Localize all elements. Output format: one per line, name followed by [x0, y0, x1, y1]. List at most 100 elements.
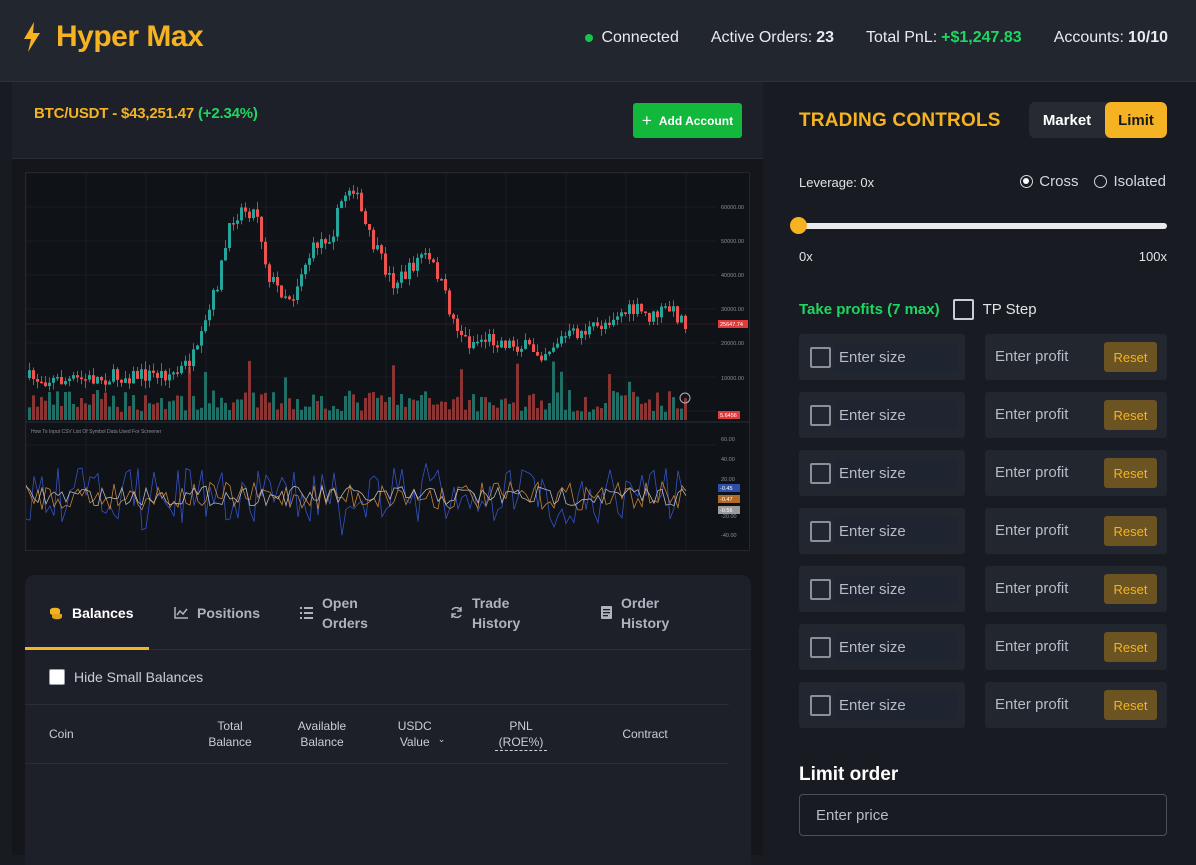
- volume-bar: [596, 406, 599, 420]
- tp-profit-input[interactable]: Enter profit: [995, 638, 1068, 655]
- tp-profit-input[interactable]: Enter profit: [995, 580, 1068, 597]
- limit-button[interactable]: Limit: [1105, 102, 1167, 138]
- candle: [448, 290, 451, 315]
- cross-radio-circle[interactable]: [1020, 175, 1034, 188]
- tab-order-history[interactable]: Order History: [601, 575, 691, 650]
- col-coin[interactable]: Coin: [49, 705, 74, 763]
- candle: [60, 377, 63, 385]
- price-chart[interactable]: 60000.00 50000.00 40000.00 30000.00 20000.00…: [25, 172, 750, 551]
- candle: [504, 340, 507, 348]
- tp-size-input[interactable]: Enter size: [835, 633, 957, 661]
- volume-bar: [680, 408, 683, 420]
- tp-profit-input[interactable]: Enter profit: [995, 522, 1068, 539]
- tp-reset-button[interactable]: Reset: [1104, 458, 1157, 488]
- tp-row-checkbox[interactable]: [810, 579, 831, 600]
- candle: [592, 322, 595, 327]
- candle: [460, 330, 463, 335]
- tp-profit-box[interactable]: Enter profit Reset: [985, 392, 1167, 438]
- tp-size-input[interactable]: Enter size: [835, 343, 957, 371]
- candle: [288, 296, 291, 300]
- candle: [388, 273, 391, 275]
- tp-reset-button[interactable]: Reset: [1104, 632, 1157, 662]
- hide-small-balances-checkbox[interactable]: [49, 669, 65, 685]
- volume-bar: [660, 405, 663, 420]
- leverage-slider[interactable]: [799, 223, 1167, 229]
- lightning-icon: [24, 22, 40, 52]
- tp-profit-box[interactable]: Enter profit Reset: [985, 508, 1167, 554]
- tp-size-input[interactable]: Enter size: [835, 459, 957, 487]
- candle: [260, 216, 263, 242]
- tp-profit-input[interactable]: Enter profit: [995, 406, 1068, 423]
- tp-size-input[interactable]: Enter size: [835, 401, 957, 429]
- volume-bar: [236, 399, 239, 420]
- tp-row-checkbox[interactable]: [810, 463, 831, 484]
- top-header: Hyper Max Connected Active Orders: 23 To…: [0, 0, 1196, 82]
- tp-profit-box[interactable]: Enter profit Reset: [985, 334, 1167, 380]
- isolated-radio-circle[interactable]: [1094, 175, 1108, 188]
- tp-size-input[interactable]: Enter size: [835, 691, 957, 719]
- tp-reset-button[interactable]: Reset: [1104, 574, 1157, 604]
- tp-profit-box[interactable]: Enter profit Reset: [985, 450, 1167, 496]
- tp-row-checkbox[interactable]: [810, 695, 831, 716]
- tp-profit-input[interactable]: Enter profit: [995, 464, 1068, 481]
- candle: [596, 322, 599, 326]
- tp-row-checkbox[interactable]: [810, 521, 831, 542]
- candle: [392, 273, 395, 289]
- market-button[interactable]: Market: [1029, 102, 1105, 138]
- candle: [328, 242, 331, 244]
- volume-bar: [136, 409, 139, 420]
- tp-profit-box[interactable]: Enter profit Reset: [985, 624, 1167, 670]
- tp-row-checkbox[interactable]: [810, 347, 831, 368]
- cross-radio[interactable]: Cross: [1020, 173, 1078, 190]
- tab-balances[interactable]: Balances: [49, 575, 133, 650]
- brand[interactable]: Hyper Max: [22, 20, 204, 54]
- tp-reset-button[interactable]: Reset: [1104, 400, 1157, 430]
- tp-row-checkbox[interactable]: [810, 637, 831, 658]
- isolated-radio[interactable]: Isolated: [1094, 173, 1166, 190]
- volume-bar: [304, 406, 307, 420]
- chart-canvas[interactable]: 60000.00 50000.00 40000.00 30000.00 20000.00…: [25, 172, 749, 550]
- candle: [556, 343, 559, 348]
- volume-bar: [300, 409, 303, 420]
- col-usdc-value[interactable]: USDC Value ⌄: [385, 705, 455, 763]
- candle: [404, 271, 407, 280]
- col-contract[interactable]: Contract: [613, 705, 677, 763]
- col-pnl[interactable]: PNL (ROE%): [495, 705, 547, 763]
- tp-profit-box[interactable]: Enter profit Reset: [985, 566, 1167, 612]
- tab-open-orders[interactable]: Open Orders: [300, 575, 380, 650]
- tp-reset-button[interactable]: Reset: [1104, 516, 1157, 546]
- tp-row-checkbox[interactable]: [810, 405, 831, 426]
- total-pnl-stat: Total PnL: +$1,247.83: [866, 29, 1022, 47]
- tp-reset-button[interactable]: Reset: [1104, 690, 1157, 720]
- volume-bar: [540, 400, 543, 420]
- tp-profit-input[interactable]: Enter profit: [995, 696, 1068, 713]
- chevron-down-icon: ⌄: [437, 734, 446, 744]
- col-usdc-value-label: USDC Value: [397, 719, 432, 749]
- volume-bar: [188, 367, 191, 420]
- hide-small-balances[interactable]: Hide Small Balances: [49, 669, 203, 685]
- tab-positions[interactable]: Positions: [174, 575, 260, 650]
- tp-step-label: TP Step: [982, 301, 1037, 318]
- tp-size-box: Enter size: [799, 682, 965, 728]
- volume-bar: [52, 404, 55, 420]
- tp-size-input[interactable]: Enter size: [835, 517, 957, 545]
- limit-price-input[interactable]: Enter price: [799, 794, 1167, 836]
- col-total-balance[interactable]: Total Balance: [200, 705, 260, 763]
- leverage-slider-handle[interactable]: [790, 217, 807, 234]
- tp-size-input[interactable]: Enter size: [835, 575, 957, 603]
- volume-bar: [332, 405, 335, 420]
- add-account-button[interactable]: + Add Account: [633, 103, 742, 138]
- tp-profit-input[interactable]: Enter profit: [995, 348, 1068, 365]
- tp-profit-box[interactable]: Enter profit Reset: [985, 682, 1167, 728]
- tp-reset-button[interactable]: Reset: [1104, 342, 1157, 372]
- candle: [680, 315, 683, 323]
- candle: [568, 330, 571, 337]
- candle: [268, 264, 271, 282]
- tp-step-checkbox[interactable]: [952, 299, 974, 320]
- candle: [540, 355, 543, 361]
- tab-trade-history[interactable]: Trade History: [450, 575, 540, 650]
- take-profit-row: Enter size Enter profit Reset: [799, 392, 1167, 438]
- volume-bar: [160, 398, 163, 420]
- col-available-balance[interactable]: Available Balance: [289, 705, 355, 763]
- volume-bar: [424, 391, 427, 420]
